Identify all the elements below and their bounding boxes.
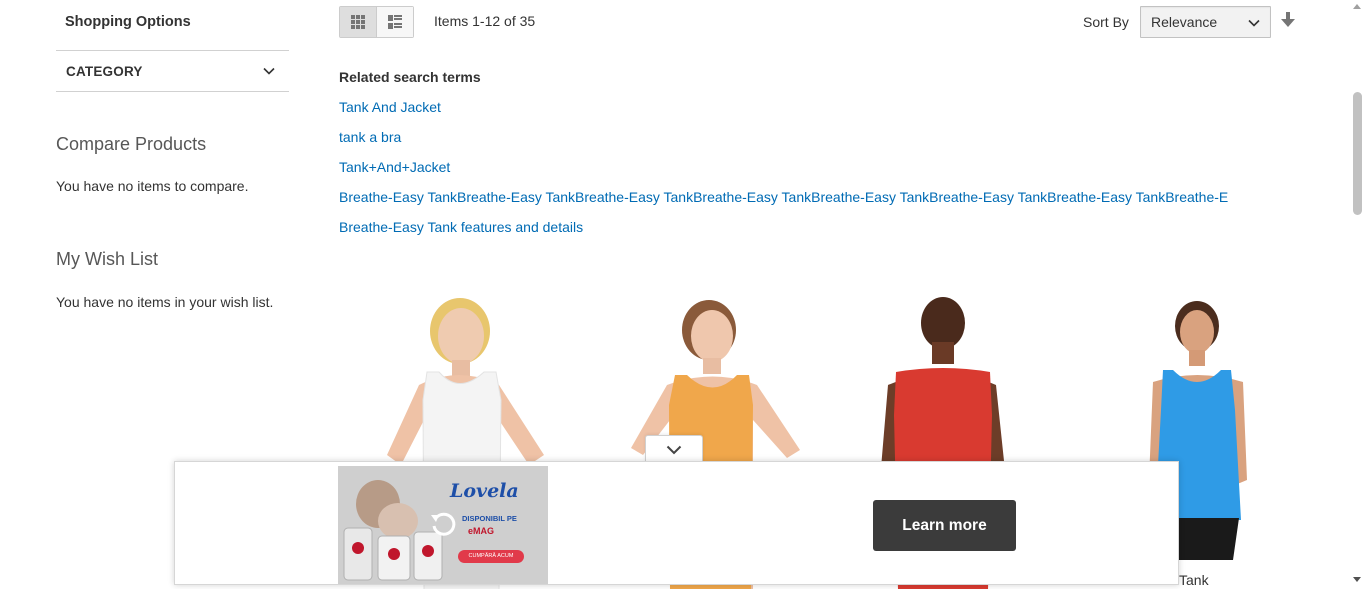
related-term-link[interactable]: Tank+And+Jacket [339, 159, 450, 175]
ad-small-cta: CUMPĂRĂ ACUM [458, 550, 524, 563]
wishlist-empty-message: You have no items in your wish list. [56, 294, 274, 310]
sort-by-label: Sort By [1083, 14, 1129, 30]
list-icon [387, 15, 402, 29]
items-count: Items 1-12 of 35 [434, 13, 536, 29]
shopping-options-title: Shopping Options [65, 14, 191, 30]
related-term-link[interactable]: tank a bra [339, 129, 401, 145]
ad-creative[interactable]: Lovela DISPONIBIL PE eMAG CUMPĂRĂ ACUM [338, 466, 548, 584]
scroll-up-arrow-icon[interactable] [1353, 4, 1361, 9]
category-filter-label: CATEGORY [66, 64, 143, 79]
chevron-down-icon [1248, 19, 1260, 27]
compare-empty-message: You have no items to compare. [56, 178, 249, 194]
ad-text-line: DISPONIBIL PE [462, 514, 517, 523]
arrow-down-icon[interactable] [1281, 12, 1295, 28]
related-search-terms-title: Related search terms [339, 69, 481, 85]
chevron-down-icon [263, 67, 275, 75]
page-scrollbar[interactable] [1349, 0, 1366, 589]
category-filter[interactable]: CATEGORY [56, 50, 289, 92]
wishlist-title: My Wish List [56, 249, 159, 269]
grid-view-button[interactable] [340, 7, 377, 37]
grid-icon [350, 15, 365, 29]
ad-store-logo: eMAG [468, 526, 495, 536]
sort-by-value: Relevance [1151, 14, 1218, 30]
replay-icon[interactable] [428, 510, 458, 540]
learn-more-button[interactable]: Learn more [873, 500, 1016, 551]
ad-banner: Lovela DISPONIBIL PE eMAG CUMPĂRĂ ACUM L… [174, 461, 1179, 585]
view-mode-switcher [339, 6, 414, 38]
sort-by-select[interactable]: Relevance [1140, 6, 1271, 38]
compare-products-title: Compare Products [56, 134, 207, 154]
scroll-down-arrow-icon[interactable] [1353, 577, 1361, 582]
related-term-link[interactable]: Breathe-Easy TankBreathe-Easy TankBreath… [339, 189, 1239, 205]
related-term-link[interactable]: Tank And Jacket [339, 99, 441, 115]
ad-collapse-toggle[interactable] [645, 435, 703, 463]
product-name[interactable]: Tank [1179, 572, 1209, 588]
related-term-link[interactable]: Breathe-Easy Tank features and details [339, 219, 583, 235]
scrollbar-thumb[interactable] [1353, 92, 1362, 215]
chevron-down-icon [666, 445, 682, 454]
ad-brand-logo: Lovela [450, 480, 519, 502]
list-view-button[interactable] [376, 7, 413, 37]
